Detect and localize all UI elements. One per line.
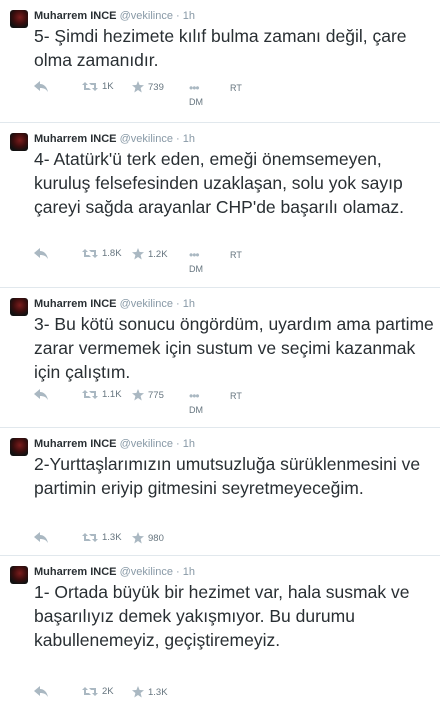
timestamp[interactable]: 1h [183, 438, 195, 450]
tweet-text: 5- Şimdi hezimete kılıf bulma zamanı değ… [34, 26, 407, 70]
avatar[interactable] [10, 566, 28, 584]
separator: · [176, 438, 180, 450]
author-name[interactable]: Muharrem INCE [34, 566, 117, 578]
retweet-count: 1.3K [102, 532, 122, 543]
author-name[interactable]: Muharrem INCE [34, 438, 117, 450]
tweet-actions: 2K 1.3K [34, 686, 434, 712]
tweet-actions: 1K 739 ••• DM RT [34, 81, 434, 107]
tweet[interactable]: Muharrem INCE @vekilince · 1h 3- Bu kötü… [0, 288, 440, 428]
author-handle[interactable]: @vekilince [120, 438, 173, 450]
tweet-header: Muharrem INCE @vekilince · 1h [34, 437, 195, 451]
timestamp[interactable]: 1h [183, 566, 195, 578]
reply-button[interactable] [34, 248, 48, 259]
tweet[interactable]: Muharrem INCE @vekilince · 1h 4- Atatürk… [0, 123, 440, 288]
separator: · [176, 10, 180, 22]
author-name[interactable]: Muharrem INCE [34, 298, 117, 310]
tweet-header: Muharrem INCE @vekilince · 1h [34, 297, 195, 311]
rt-button[interactable]: RT [230, 83, 242, 93]
dm-button[interactable]: DM [189, 97, 203, 107]
author-handle[interactable]: @vekilince [120, 133, 173, 145]
more-options-icon[interactable]: ••• [189, 389, 200, 403]
author-name[interactable]: Muharrem INCE [34, 133, 117, 145]
star-icon [132, 686, 144, 698]
favorite-count: 980 [148, 532, 164, 544]
favorite-button[interactable]: 1.3K [132, 686, 168, 698]
reply-button[interactable] [34, 532, 48, 543]
reply-button[interactable] [34, 81, 48, 92]
separator: · [176, 133, 180, 145]
retweet-icon [82, 390, 98, 399]
retweet-icon [82, 687, 98, 696]
favorite-count: 775 [148, 389, 164, 401]
tweet-header: Muharrem INCE @vekilince · 1h [34, 9, 195, 23]
favorite-button[interactable]: 980 [132, 532, 164, 544]
favorite-count: 739 [148, 81, 164, 93]
avatar[interactable] [10, 298, 28, 316]
avatar[interactable] [10, 10, 28, 28]
author-name[interactable]: Muharrem INCE [34, 10, 117, 22]
favorite-button[interactable]: 1.2K [132, 248, 168, 260]
retweet-icon [82, 82, 98, 91]
tweet-actions: 1.1K 775 ••• DM RT [34, 389, 434, 415]
retweet-button[interactable]: 2K [82, 686, 114, 697]
timestamp[interactable]: 1h [183, 133, 195, 145]
timestamp[interactable]: 1h [183, 298, 195, 310]
retweet-count: 1.1K [102, 389, 122, 400]
separator: · [176, 566, 180, 578]
reply-icon [34, 81, 48, 92]
tweet-header: Muharrem INCE @vekilince · 1h [34, 132, 195, 146]
retweet-button[interactable]: 1K [82, 81, 114, 92]
tweet[interactable]: Muharrem INCE @vekilince · 1h 1- Ortada … [0, 556, 440, 703]
favorite-count: 1.2K [148, 248, 168, 260]
tweet[interactable]: Muharrem INCE @vekilince · 1h 2-Yurttaşl… [0, 428, 440, 556]
author-handle[interactable]: @vekilince [120, 298, 173, 310]
rt-button[interactable]: RT [230, 250, 242, 260]
timestamp[interactable]: 1h [183, 10, 195, 22]
tweet-text: 3- Bu kötü sonucu öngördüm, uyardım ama … [34, 314, 434, 382]
retweet-button[interactable]: 1.8K [82, 248, 122, 259]
author-handle[interactable]: @vekilince [120, 566, 173, 578]
dm-button[interactable]: DM [189, 264, 203, 274]
tweet-feed: Muharrem INCE @vekilince · 1h 5- Şimdi h… [0, 0, 440, 703]
avatar[interactable] [10, 133, 28, 151]
reply-icon [34, 532, 48, 543]
reply-icon [34, 248, 48, 259]
avatar[interactable] [10, 438, 28, 456]
reply-icon [34, 686, 48, 697]
retweet-count: 1K [102, 81, 114, 92]
reply-icon [34, 389, 48, 400]
tweet[interactable]: Muharrem INCE @vekilince · 1h 5- Şimdi h… [0, 0, 440, 123]
favorite-button[interactable]: 775 [132, 389, 164, 401]
tweet-text: 2-Yurttaşlarımızın umutsuzluğa sürüklenm… [34, 454, 421, 498]
tweet-header: Muharrem INCE @vekilince · 1h [34, 565, 195, 579]
star-icon [132, 248, 144, 260]
star-icon [132, 81, 144, 93]
separator: · [176, 298, 180, 310]
dm-button[interactable]: DM [189, 405, 203, 415]
favorite-button[interactable]: 739 [132, 81, 164, 93]
tweet-actions: 1.3K 980 [34, 532, 434, 558]
star-icon [132, 389, 144, 401]
rt-button[interactable]: RT [230, 391, 242, 401]
tweet-text: 1- Ortada büyük bir hezimet var, hala su… [34, 582, 410, 650]
retweet-button[interactable]: 1.3K [82, 532, 122, 543]
author-handle[interactable]: @vekilince [120, 10, 173, 22]
retweet-count: 1.8K [102, 248, 122, 259]
retweet-icon [82, 533, 98, 542]
retweet-icon [82, 249, 98, 258]
more-options-icon[interactable]: ••• [189, 248, 200, 262]
favorite-count: 1.3K [148, 686, 168, 698]
more-options-icon[interactable]: ••• [189, 81, 200, 95]
retweet-button[interactable]: 1.1K [82, 389, 122, 400]
reply-button[interactable] [34, 686, 48, 697]
tweet-actions: 1.8K 1.2K ••• DM RT [34, 248, 434, 274]
reply-button[interactable] [34, 389, 48, 400]
tweet-text: 4- Atatürk'ü terk eden, emeği önemsemeye… [34, 149, 405, 217]
retweet-count: 2K [102, 686, 114, 697]
star-icon [132, 532, 144, 544]
